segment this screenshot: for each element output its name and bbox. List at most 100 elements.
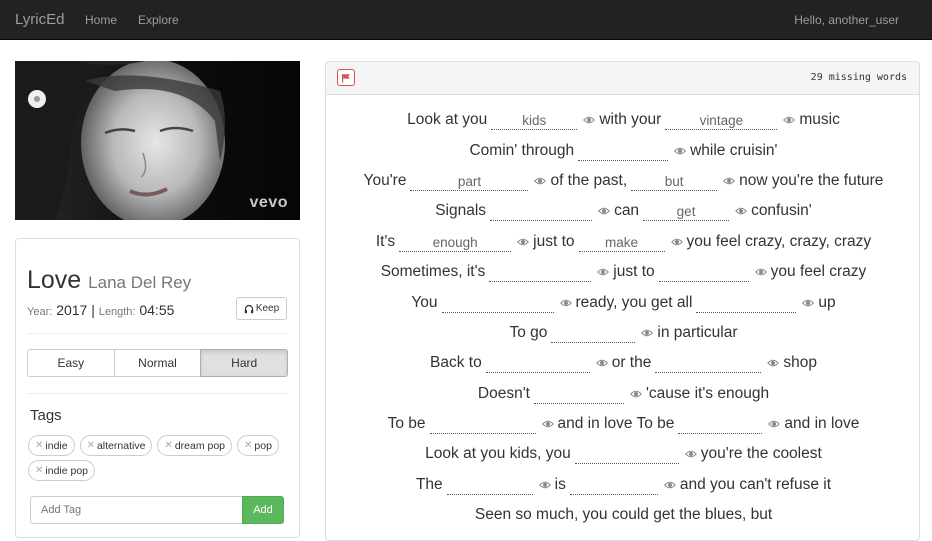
lyric-text: or the <box>611 354 652 372</box>
difficulty-easy-button[interactable]: Easy <box>27 349 115 377</box>
remove-tag-icon[interactable]: ✕ <box>87 440 95 451</box>
missing-word-blank[interactable] <box>446 475 533 495</box>
add-tag-input[interactable] <box>30 496 242 524</box>
lyric-text: 'cause it's enough <box>645 384 770 402</box>
missing-word-blank[interactable] <box>489 262 592 283</box>
lyric-text: you feel crazy <box>770 263 867 281</box>
lyric-line: You ready, you get all up <box>326 287 919 317</box>
lyric-text: up <box>818 293 836 311</box>
lyric-text: you're the coolest <box>700 445 822 463</box>
difficulty-selector: Easy Normal Hard <box>27 349 289 377</box>
difficulty-normal-button[interactable]: Normal <box>113 349 202 377</box>
missing-word-blank[interactable]: kids <box>491 110 578 131</box>
song-heading: Love Lana Del Rey <box>27 266 191 295</box>
missing-word-blank[interactable] <box>574 444 679 465</box>
missing-words-count: 29 missing words <box>810 72 907 83</box>
missing-word-blank[interactable] <box>569 475 658 495</box>
tag-label: indie pop <box>45 464 89 477</box>
reveal-word-icon[interactable] <box>641 328 654 338</box>
missing-word-blank[interactable]: vintage <box>665 110 778 131</box>
reveal-word-icon[interactable] <box>735 206 747 216</box>
divider <box>27 393 288 394</box>
reveal-word-icon[interactable] <box>541 419 554 429</box>
add-tag-button[interactable]: Add <box>242 496 284 524</box>
reveal-word-icon[interactable] <box>663 480 676 490</box>
reveal-word-icon[interactable] <box>559 298 572 308</box>
reveal-word-icon[interactable] <box>598 206 610 216</box>
lyric-text: ready, you get all <box>575 293 693 311</box>
missing-word-blank[interactable] <box>485 353 590 374</box>
reveal-word-icon[interactable] <box>767 358 780 368</box>
lyric-line: To go in particular <box>326 318 919 348</box>
year-label: Year: <box>27 306 53 318</box>
tag-label: alternative <box>96 439 146 452</box>
lyric-text: of the past, <box>550 171 628 189</box>
lyric-line: To be and in love To be and in love <box>326 409 919 439</box>
missing-word-blank[interactable] <box>429 414 536 435</box>
reveal-word-icon[interactable] <box>723 176 736 186</box>
missing-word-blank[interactable]: part <box>410 171 529 191</box>
missing-word-blank[interactable]: make <box>578 232 665 252</box>
missing-word-blank[interactable] <box>655 353 762 374</box>
brand-logo[interactable]: LyricEd <box>15 11 64 28</box>
reveal-word-icon[interactable] <box>597 267 610 277</box>
lyric-text: while cruisin' <box>690 141 778 159</box>
reveal-word-icon[interactable] <box>517 237 530 247</box>
headphones-icon <box>244 304 254 313</box>
reveal-word-icon[interactable] <box>754 267 767 277</box>
lyric-text: shop <box>783 354 817 372</box>
reveal-word-icon[interactable] <box>583 115 596 125</box>
user-greeting[interactable]: Hello, another_user <box>794 13 899 27</box>
reveal-word-icon[interactable] <box>538 480 551 490</box>
reveal-word-icon[interactable] <box>534 176 547 186</box>
missing-word-blank[interactable]: but <box>631 171 718 191</box>
reveal-word-icon[interactable] <box>595 358 608 368</box>
lyric-text: confusin' <box>751 202 812 220</box>
lyric-line: It's enough just to make you feel crazy, cra… <box>326 227 919 257</box>
missing-word-blank[interactable] <box>658 262 749 283</box>
missing-word-blank[interactable] <box>678 414 763 435</box>
reveal-word-icon[interactable] <box>670 237 683 247</box>
reveal-word-icon[interactable] <box>630 389 642 399</box>
report-button[interactable] <box>337 69 355 86</box>
reveal-word-icon[interactable] <box>674 146 686 156</box>
remove-tag-icon[interactable]: ✕ <box>244 440 252 451</box>
lyric-line: Seen so much, you could get the blues, b… <box>326 500 919 530</box>
nav-home-link[interactable]: Home <box>85 13 117 27</box>
keep-label: Keep <box>255 303 280 314</box>
tag-list: ✕ indie ✕ alternative ✕ dream pop ✕ pop ✕ ind… <box>28 435 290 481</box>
missing-word-blank[interactable] <box>490 201 593 222</box>
remove-tag-icon[interactable]: ✕ <box>35 440 43 451</box>
tag-label: dream pop <box>174 439 226 452</box>
missing-word-blank[interactable]: enough <box>399 232 512 252</box>
missing-word-blank[interactable] <box>551 323 636 343</box>
remove-tag-icon[interactable]: ✕ <box>164 440 172 451</box>
keep-button[interactable]: Keep <box>236 297 287 320</box>
lyric-text: you feel crazy, crazy, crazy <box>686 232 872 250</box>
lyric-text: The <box>415 475 443 493</box>
lyric-text: and in love To be <box>557 415 675 433</box>
lyric-line: The is and you can't refuse it <box>326 470 919 500</box>
missing-word-blank[interactable] <box>696 293 797 313</box>
nav-explore-link[interactable]: Explore <box>138 13 179 27</box>
tag-label: pop <box>254 439 272 452</box>
lyric-text: Sometimes, it's <box>380 263 486 281</box>
lyric-line: Comin' through while cruisin' <box>326 135 919 165</box>
tag-chip: ✕ pop <box>237 435 279 456</box>
difficulty-hard-button[interactable]: Hard <box>200 349 289 377</box>
missing-word-blank[interactable] <box>441 293 554 313</box>
video-player[interactable]: vevo <box>15 61 300 220</box>
reveal-word-icon[interactable] <box>684 449 697 459</box>
song-panel: Love Lana Del Rey Year: 2017 | Length: 0… <box>15 238 300 538</box>
lyrics-panel: 29 missing words Look at you kids with you… <box>325 61 920 541</box>
tag-chip: ✕ dream pop <box>157 435 233 456</box>
reveal-word-icon[interactable] <box>783 115 796 125</box>
lyric-text: Doesn't <box>477 384 530 402</box>
missing-word-blank[interactable]: get <box>643 201 730 222</box>
remove-tag-icon[interactable]: ✕ <box>35 465 43 476</box>
vevo-watermark: vevo <box>249 194 288 211</box>
missing-word-blank[interactable] <box>533 384 624 404</box>
reveal-word-icon[interactable] <box>768 419 781 429</box>
missing-word-blank[interactable] <box>578 141 669 161</box>
reveal-word-icon[interactable] <box>802 298 815 308</box>
